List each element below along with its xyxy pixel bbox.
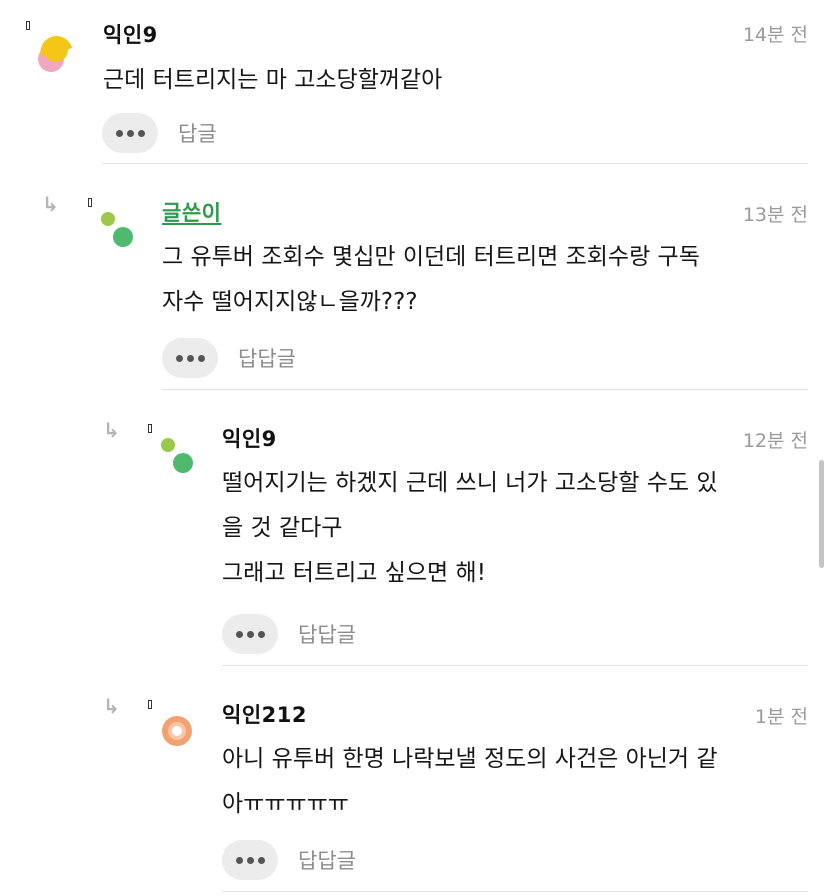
comment-marker-icon: [148, 424, 152, 433]
more-dot-icon: [235, 856, 243, 864]
more-dot-icon: [175, 354, 183, 362]
avatar-icon[interactable]: [160, 714, 194, 748]
avatar-icon[interactable]: [36, 34, 76, 74]
divider: [102, 163, 808, 164]
reply-button[interactable]: 답답글: [298, 845, 356, 875]
reply-button[interactable]: 답글: [178, 118, 217, 148]
comment-marker-icon: [148, 700, 152, 709]
reply-arrow-icon: ↳: [103, 418, 120, 442]
more-dot-icon: [137, 129, 145, 137]
more-dot-icon: [115, 129, 123, 137]
comment-author[interactable]: 익인9: [103, 19, 158, 49]
scrollbar[interactable]: [819, 460, 824, 568]
comment-author[interactable]: 익인9: [222, 423, 277, 453]
more-options-button[interactable]: [162, 338, 218, 378]
comment-text: 아니 유투버 한명 나락보낼 정도의 사건은 아닌거 같 아ㅠㅠㅠㅠㅠ: [222, 746, 718, 817]
comment-time: 12분 전: [742, 430, 808, 452]
avatar-icon[interactable]: [98, 209, 138, 249]
more-dot-icon: [186, 354, 194, 362]
divider: [162, 389, 808, 390]
divider: [222, 891, 808, 892]
comment-1: 익인9 14분 전 근데 터트리지는 마 고소당할꺼같아 답글: [0, 0, 828, 165]
comment-text: 근데 터트리지는 마 고소당할꺼같아: [103, 67, 443, 93]
more-dot-icon: [257, 630, 265, 638]
reply-arrow-icon: ↳: [103, 694, 120, 718]
comment-2: ↳ 글쓴이 13분 전 그 유투버 조회수 몇십만 이던데 터트리면 조회수랑 …: [0, 165, 828, 391]
comment-3: ↳ 익인9 12분 전 떨어지기는 하겠지 근데 쓰니 너가 고소당할 수도 있…: [0, 391, 828, 667]
comment-text: 떨어지기는 하겠지 근데 쓰니 너가 고소당할 수도 있 을 것 같다구 그래고…: [222, 470, 718, 586]
more-options-button[interactable]: [222, 840, 278, 880]
avatar-icon[interactable]: [158, 435, 198, 475]
divider: [222, 665, 808, 666]
more-dot-icon: [197, 354, 205, 362]
comment-marker-icon: [26, 21, 30, 30]
comment-text: 그 유투버 조회수 몇십만 이던데 터트리면 조회수랑 구독 자수 떨어지지않ㄴ…: [162, 244, 700, 315]
more-options-button[interactable]: [102, 113, 158, 153]
more-options-button[interactable]: [222, 614, 278, 654]
comment-time: 13분 전: [742, 204, 808, 226]
more-dot-icon: [246, 630, 254, 638]
reply-button[interactable]: 답답글: [238, 343, 296, 373]
comment-author[interactable]: 글쓴이: [162, 197, 221, 227]
more-dot-icon: [235, 630, 243, 638]
comment-time: 14분 전: [742, 24, 808, 46]
more-dot-icon: [246, 856, 254, 864]
comment-time: 1분 전: [754, 706, 808, 728]
comment-author[interactable]: 익인212: [222, 699, 307, 729]
more-dot-icon: [126, 129, 134, 137]
comment-4: ↳ 익인212 1분 전 아니 유투버 한명 나락보낼 정도의 사건은 아닌거 …: [0, 667, 828, 896]
reply-button[interactable]: 답답글: [298, 619, 356, 649]
comment-marker-icon: [88, 198, 92, 207]
reply-arrow-icon: ↳: [42, 192, 59, 216]
more-dot-icon: [257, 856, 265, 864]
